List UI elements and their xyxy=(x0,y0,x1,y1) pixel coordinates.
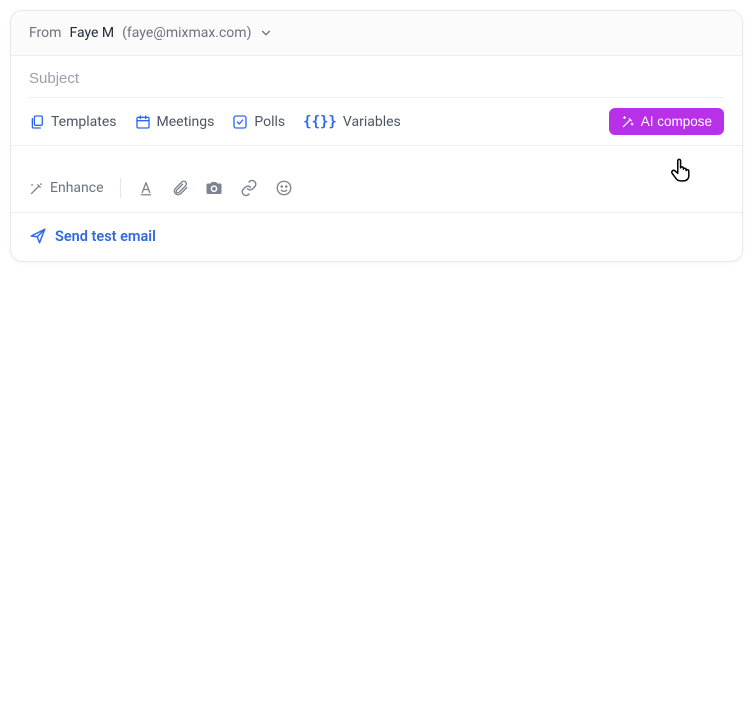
from-row[interactable]: From Faye M (faye@mixmax.com) xyxy=(11,11,742,56)
meetings-label: Meetings xyxy=(157,114,215,130)
polls-button[interactable]: Polls xyxy=(232,114,285,130)
enhance-label: Enhance xyxy=(50,180,104,196)
from-label: From xyxy=(29,25,61,41)
emoji-icon[interactable] xyxy=(275,179,293,197)
magic-wand-icon xyxy=(621,115,635,129)
email-body-editor[interactable] xyxy=(11,146,742,170)
insert-toolbar: Templates Meetings Polls {{}} Variables xyxy=(11,98,742,146)
attachment-icon[interactable] xyxy=(171,179,189,197)
templates-button[interactable]: Templates xyxy=(29,114,117,130)
templates-label: Templates xyxy=(51,114,117,130)
format-toolbar: Enhance xyxy=(11,170,742,212)
subject-input[interactable] xyxy=(29,70,724,87)
polls-label: Polls xyxy=(254,114,285,130)
wand-icon xyxy=(29,181,44,196)
send-icon xyxy=(29,227,47,245)
email-compose-card: From Faye M (faye@mixmax.com) Templates … xyxy=(10,10,743,262)
from-name: Faye M xyxy=(69,25,114,41)
from-email: (faye@mixmax.com) xyxy=(122,25,251,41)
chevron-down-icon[interactable] xyxy=(259,26,273,40)
text-format-icon[interactable] xyxy=(137,179,155,197)
link-icon[interactable] xyxy=(239,179,259,197)
ai-compose-button[interactable]: AI compose xyxy=(609,108,724,135)
subject-row xyxy=(11,56,742,97)
send-test-label: Send test email xyxy=(55,228,156,245)
check-square-icon xyxy=(232,114,248,130)
meetings-button[interactable]: Meetings xyxy=(135,114,215,130)
variables-label: Variables xyxy=(343,114,401,130)
templates-icon xyxy=(29,114,45,130)
ai-compose-label: AI compose xyxy=(641,114,712,129)
camera-icon[interactable] xyxy=(205,179,223,197)
variables-button[interactable]: {{}} Variables xyxy=(303,114,401,130)
calendar-icon xyxy=(135,114,151,130)
braces-icon: {{}} xyxy=(303,114,337,130)
enhance-button[interactable]: Enhance xyxy=(29,180,104,196)
insert-toolbar-left: Templates Meetings Polls {{}} Variables xyxy=(29,114,401,130)
send-test-email-button[interactable]: Send test email xyxy=(11,212,742,261)
separator xyxy=(120,178,121,198)
